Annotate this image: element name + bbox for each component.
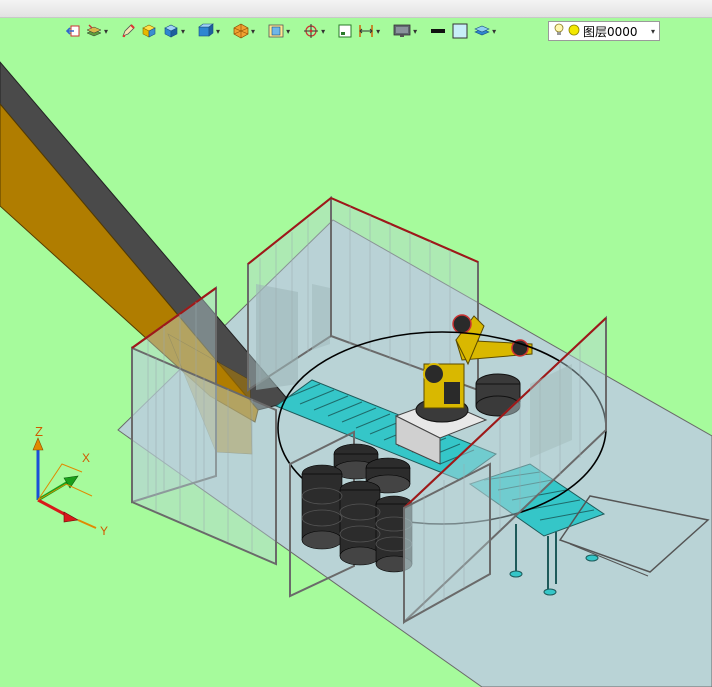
z-arrow: [32, 437, 44, 451]
solid-button[interactable]: [139, 20, 159, 42]
layer-selector[interactable]: 图层0000 ▾: [548, 21, 660, 41]
shaded-cube-icon: [162, 23, 180, 39]
y-arrow: [63, 511, 79, 523]
fill-color-icon: [451, 23, 469, 39]
layers-manager-button[interactable]: ▾: [84, 20, 109, 42]
frame-button[interactable]: [336, 20, 354, 42]
pencil-icon: [120, 23, 136, 39]
chevron-down-icon: ▾: [376, 26, 381, 36]
view-direction-button[interactable]: ▾: [196, 20, 221, 42]
chevron-down-icon: ▾: [321, 26, 326, 36]
chevron-down-icon: ▾: [216, 26, 221, 36]
layer-stack-button[interactable]: ▾: [472, 20, 497, 42]
origin-button[interactable]: ▾: [301, 20, 326, 42]
shaded-solid-button[interactable]: ▾: [161, 20, 186, 42]
panel-shade: [256, 284, 298, 390]
fit-view-icon: [267, 23, 285, 39]
chevron-down-icon: ▾: [251, 26, 256, 36]
chevron-down-icon: ▾: [650, 26, 655, 36]
panel-shade: [312, 284, 330, 350]
dimension-icon: [357, 23, 375, 39]
layers-manager-icon: [85, 23, 103, 39]
layer-name: 图层0000: [583, 24, 638, 39]
view-back-icon: [65, 23, 81, 39]
sketch-button[interactable]: [119, 20, 137, 42]
x-axis-label: X: [82, 451, 90, 465]
layer-on-icon: [568, 24, 580, 39]
chevron-down-icon: ▾: [492, 26, 497, 36]
cad-viewport[interactable]: [0, 44, 712, 687]
main-toolbar: ▾ ▾ ▾ ▾ ▾ ▾ ▾ ▾ ▾: [64, 19, 497, 43]
view-back-button[interactable]: [64, 20, 82, 42]
solid-yellow-cube-icon: [140, 23, 158, 39]
chevron-down-icon: ▾: [286, 26, 291, 36]
frame-icon: [337, 23, 353, 39]
monitor-icon: [392, 23, 412, 39]
line-color-button[interactable]: [428, 20, 448, 42]
window-title-strip: [0, 0, 712, 18]
origin-target-icon: [302, 23, 320, 39]
render-style-icon: [232, 23, 250, 39]
lightbulb-icon: [553, 23, 565, 40]
layer-stack-icon: [473, 23, 491, 39]
y-axis-label: Y: [100, 524, 108, 538]
render-style-button[interactable]: ▾: [231, 20, 256, 42]
fill-color-button[interactable]: [450, 20, 470, 42]
fit-view-button[interactable]: ▾: [266, 20, 291, 42]
display-button[interactable]: ▾: [391, 20, 418, 42]
axis-triad: Z X Y: [32, 424, 108, 538]
chevron-down-icon: ▾: [181, 26, 186, 36]
z-axis-label: Z: [35, 424, 43, 439]
dimension-button[interactable]: ▾: [356, 20, 381, 42]
line-color-icon: [429, 23, 447, 39]
view-direction-icon: [197, 23, 215, 39]
chevron-down-icon: ▾: [413, 26, 418, 36]
chevron-down-icon: ▾: [104, 26, 109, 36]
